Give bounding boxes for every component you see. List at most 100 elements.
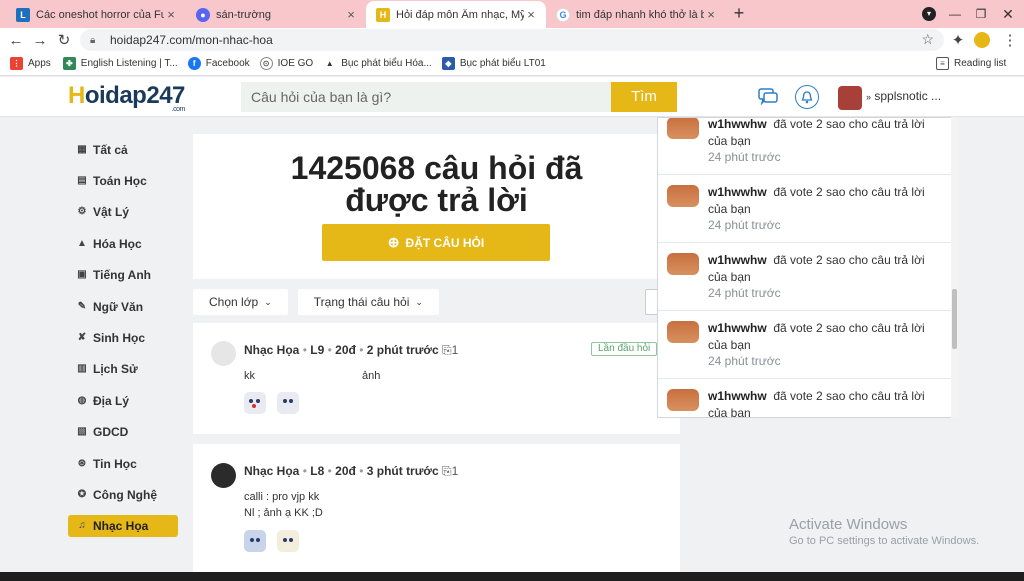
question-card[interactable]: Nhạc Họa • L8 • 20đ • 3 phút trước ⎘1 ca… <box>193 444 680 575</box>
math-icon: ▤ <box>77 175 87 187</box>
lock-icon: 🔒︎ <box>90 34 96 46</box>
chat-icon[interactable] <box>756 85 780 109</box>
sidebar-item-dia-ly[interactable]: ◍ Địa Lý <box>68 385 178 416</box>
notification-user: w1hwwhw <box>708 117 767 131</box>
sidebar-item-ngu-van[interactable]: ✎ Ngữ Văn <box>68 291 178 322</box>
mountain-icon: ▲ <box>323 57 337 70</box>
bookmark-star-icon[interactable]: ☆ <box>921 31 934 48</box>
sidebar-item-sinh-hoc[interactable]: ✘ Sinh Học <box>68 322 178 353</box>
question-count-title: 1425068 câu hỏi đã được trả lời <box>193 152 680 216</box>
notification-scrollbar[interactable] <box>951 117 958 418</box>
sidebar-item-toan-hoc[interactable]: ▤ Toán Học <box>68 165 178 196</box>
logo-letter: H <box>68 82 85 109</box>
browser-tab-strip: L Các oneshot horror của Fujiko F... × ●… <box>0 0 1024 28</box>
user-avatar[interactable] <box>838 86 862 110</box>
url-text: hoidap247.com/mon-nhac-hoa <box>110 33 273 47</box>
browser-menu-icon[interactable]: ⋮ <box>998 31 1022 49</box>
notification-item[interactable]: w1hwwhw đã vote 2 sao cho câu trả lời củ… <box>658 311 952 379</box>
ask-question-button[interactable]: ⊕ ĐẶT CÂU HỎI <box>322 224 550 261</box>
sidebar-item-vat-ly[interactable]: ⚙ Vật Lý <box>68 197 178 228</box>
browser-tab[interactable]: ● sán-trường × <box>186 1 366 28</box>
bookmark-label: English Listening | T... <box>80 58 178 69</box>
browser-tab[interactable]: G tim đáp nhanh khó thở là bệnh g × <box>546 1 726 28</box>
reading-list[interactable]: ≡ Reading list <box>936 57 1006 70</box>
notification-user: w1hwwhw <box>708 185 767 199</box>
notification-time: 24 phút trước <box>708 218 781 232</box>
close-tab-icon[interactable]: × <box>164 7 178 22</box>
question-body[interactable]: calli : pro vjp kk Nl ; ảnh ạ KK ;D <box>244 489 323 521</box>
question-subject[interactable]: Nhạc Họa <box>244 343 299 357</box>
close-tab-icon[interactable]: × <box>704 7 718 22</box>
site-logo[interactable]: Hoidap247 .com <box>68 82 185 113</box>
class-select[interactable]: Chọn lớp ⌄ <box>193 289 288 315</box>
notification-time: 24 phút trước <box>708 286 781 300</box>
avatar <box>667 185 699 207</box>
bookmark-label: Bục phát biểu Hóa... <box>341 58 432 69</box>
discord-icon: ● <box>196 7 210 22</box>
close-tab-icon[interactable]: × <box>524 7 538 22</box>
question-body[interactable]: kk ảnh <box>244 368 380 384</box>
avatar[interactable] <box>211 463 236 488</box>
user-menu[interactable]: » spplsnotic ... <box>866 89 941 103</box>
hero-panel: 1425068 câu hỏi đã được trả lời ⊕ ĐẶT CÂ… <box>193 134 680 279</box>
answer-avatar[interactable] <box>277 530 299 552</box>
profile-menu-icon[interactable]: ▾ <box>918 0 940 28</box>
bookmark-ioe[interactable]: ⊙ IOE GO <box>259 57 313 70</box>
notification-user: w1hwwhw <box>708 321 767 335</box>
sidebar-item-label: Hóa Học <box>93 236 142 251</box>
question-time: 3 phút trước <box>366 464 439 478</box>
close-window-icon[interactable]: ✕ <box>994 0 1022 28</box>
profile-avatar-icon[interactable] <box>974 32 990 48</box>
search-button[interactable]: Tìm <box>611 82 677 112</box>
notification-bell-icon[interactable] <box>795 85 819 109</box>
status-select[interactable]: Trạng thái câu hỏi ⌄ <box>297 289 439 315</box>
browser-tab[interactable]: L Các oneshot horror của Fujiko F... × <box>6 1 186 28</box>
attachment-count: 1 <box>451 464 459 478</box>
question-meta: Nhạc Họa • L8 • 20đ • 3 phút trước ⎘1 <box>244 464 459 478</box>
apps-grid-icon: ⋮ <box>10 57 23 70</box>
sidebar-item-gdcd[interactable]: ▧ GDCD <box>68 417 178 448</box>
search-input[interactable]: Câu hỏi của bạn là gì? <box>241 82 611 112</box>
back-icon[interactable]: ← <box>4 32 28 49</box>
extensions-icon[interactable]: ✦ <box>946 31 970 49</box>
question-points: 20đ <box>335 464 356 478</box>
browser-tab-active[interactable]: H Hỏi đáp môn Âm nhạc, Mỹ thuật × <box>366 1 546 28</box>
civics-icon: ▧ <box>77 426 87 438</box>
notification-item[interactable]: w1hwwhw đã vote 2 sao cho câu trả lời củ… <box>658 117 952 175</box>
address-bar[interactable]: 🔒︎ hoidap247.com/mon-nhac-hoa ☆ <box>80 29 944 51</box>
notification-item[interactable]: w1hwwhw đã vote 2 sao cho câu trả lời củ… <box>658 243 952 311</box>
sidebar-item-tieng-anh[interactable]: ▣ Tiếng Anh <box>68 260 178 291</box>
scrollbar-thumb[interactable] <box>952 289 957 349</box>
attachment-icon: ⎘ <box>441 464 452 478</box>
sidebar-item-lich-su[interactable]: ▥ Lịch Sử <box>68 354 178 385</box>
sidebar-item-hoa-hoc[interactable]: ▲ Hóa Học <box>68 228 178 259</box>
bookmark-facebook[interactable]: f Facebook <box>187 57 250 70</box>
forward-icon[interactable]: → <box>28 32 52 49</box>
sidebar-item-label: Tin Học <box>93 456 137 471</box>
bookmark-apps[interactable]: ⋮ Apps <box>10 57 51 70</box>
answer-avatar[interactable] <box>244 530 266 552</box>
maximize-icon[interactable]: ❐ <box>968 0 994 28</box>
bookmark-buc-phat-bieu-hoa[interactable]: ▲ Bục phát biểu Hóa... <box>323 57 432 70</box>
sidebar-item-tat-ca[interactable]: ▦ Tất cả <box>68 134 178 165</box>
bookmark-buc-phat-bieu-lt01[interactable]: ◆ Bục phát biểu LT01 <box>441 57 546 70</box>
notification-item[interactable]: w1hwwhw đã vote 2 sao cho câu trả lời củ… <box>658 379 952 417</box>
new-tab-button[interactable]: + <box>728 3 750 25</box>
sidebar-item-cong-nghe[interactable]: ✪ Công Nghệ <box>68 479 178 510</box>
sidebar-item-nhac-hoa[interactable]: ♫ Nhạc Họa <box>68 514 178 537</box>
computer-icon: ⊛ <box>77 457 87 469</box>
sidebar-item-tin-hoc[interactable]: ⊛ Tin Học <box>68 448 178 479</box>
reload-icon[interactable]: ↻ <box>52 31 76 49</box>
dna-icon: ✘ <box>77 332 87 344</box>
avatar[interactable] <box>211 341 236 366</box>
bookmark-english-listening[interactable]: ✤ English Listening | T... <box>62 57 178 70</box>
question-card[interactable]: Nhạc Họa • L9 • 20đ • 2 phút trước ⎘1 Lầ… <box>193 323 680 434</box>
answer-avatar[interactable] <box>244 392 266 414</box>
notification-item[interactable]: w1hwwhw đã vote 2 sao cho câu trả lời củ… <box>658 175 952 243</box>
answer-avatar[interactable] <box>277 392 299 414</box>
minimize-icon[interactable]: — <box>942 0 968 28</box>
close-tab-icon[interactable]: × <box>344 7 358 22</box>
question-subject[interactable]: Nhạc Họa <box>244 464 299 478</box>
sidebar-item-label: Công Nghệ <box>93 487 157 502</box>
hoidap-favicon-icon: H <box>376 7 390 22</box>
